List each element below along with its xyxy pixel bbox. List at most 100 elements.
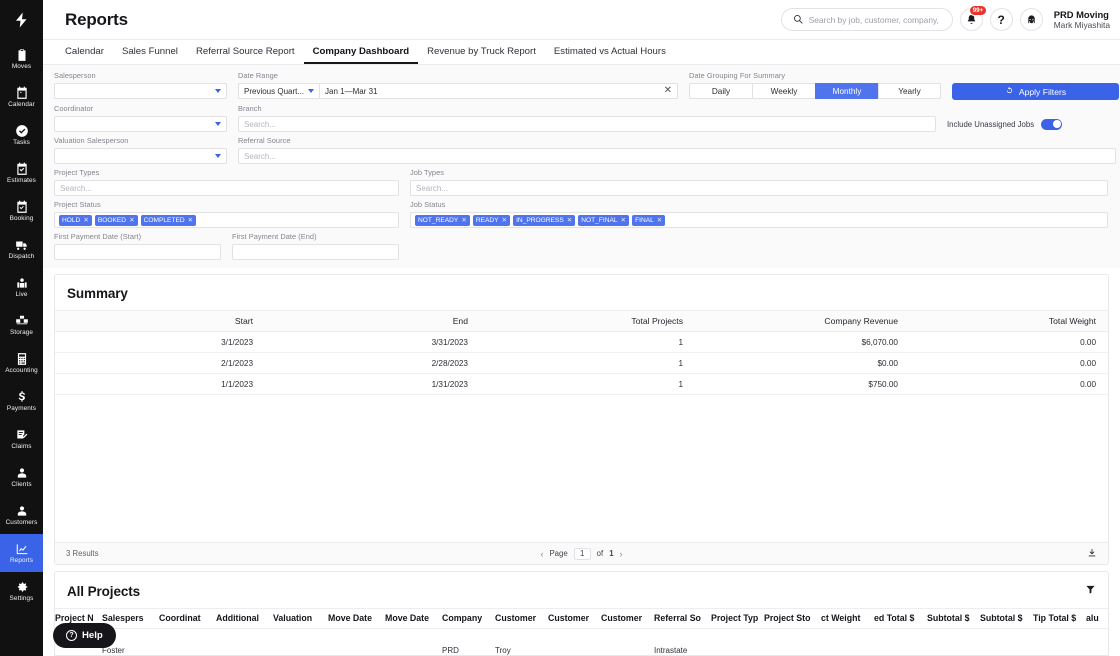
sidebar-item-calendar[interactable]: Calendar <box>0 78 43 116</box>
projects-col-header[interactable]: Referral So <box>654 609 711 628</box>
date-grouping-weekly[interactable]: Weekly <box>752 83 815 99</box>
tab-company-dashboard[interactable]: Company Dashboard <box>303 40 419 64</box>
date-grouping-monthly[interactable]: Monthly <box>815 83 878 99</box>
help-widget-button[interactable]: ? Help <box>53 623 116 648</box>
download-icon[interactable] <box>1087 545 1097 563</box>
project-status-chips[interactable]: HOLD ✕ BOOKED ✕ COMPLETED ✕ <box>54 212 399 228</box>
coordinator-select[interactable] <box>54 116 227 132</box>
sidebar-item-payments[interactable]: Payments <box>0 382 43 420</box>
first-payment-start-input[interactable] <box>54 244 221 260</box>
sidebar-item-moves[interactable]: Moves <box>0 40 43 78</box>
date-grouping-yearly[interactable]: Yearly <box>878 83 941 99</box>
table-row[interactable]: 2/1/2023 2/28/2023 1 $0.00 0.00 <box>55 352 1108 374</box>
sidebar-item-clients[interactable]: Clients <box>0 458 43 496</box>
help-button[interactable]: ? <box>989 8 1013 31</box>
notifications-badge: 99+ <box>969 5 987 16</box>
chip-in_progress[interactable]: IN_PROGRESS ✕ <box>513 214 576 226</box>
summary-spacer <box>55 395 1108 542</box>
sidebar-item-booking[interactable]: Booking <box>0 192 43 230</box>
sidebar-item-customers[interactable]: Customers <box>0 496 43 534</box>
chip-remove-icon[interactable]: ✕ <box>621 216 627 224</box>
chevron-left-icon[interactable]: ‹ <box>540 549 543 559</box>
funnel-icon[interactable] <box>1085 582 1096 600</box>
salesperson-select[interactable] <box>54 83 227 99</box>
page-number-input[interactable]: 1 <box>573 547 591 560</box>
projects-col-header[interactable]: Additional <box>216 609 273 628</box>
sidebar-item-tasks[interactable]: Tasks <box>0 116 43 154</box>
sidebar-item-label: Storage <box>9 329 34 336</box>
chip-final[interactable]: FINAL ✕ <box>632 214 666 226</box>
projects-col-header[interactable]: Customer <box>495 609 548 628</box>
chip-remove-icon[interactable]: ✕ <box>461 216 467 224</box>
tab-calendar[interactable]: Calendar <box>65 40 113 64</box>
clipboard-icon <box>15 47 29 62</box>
tab-revenue-by-truck-report[interactable]: Revenue by Truck Report <box>418 40 545 64</box>
sidebar-item-accounting[interactable]: Accounting <box>0 344 43 382</box>
project-status-label: Project Status <box>54 200 101 209</box>
summary-cell: 1 <box>480 331 695 353</box>
account-button[interactable] <box>1019 8 1043 31</box>
sidebar-item-claims[interactable]: Claims <box>0 420 43 458</box>
chip-remove-icon[interactable]: ✕ <box>657 216 663 224</box>
projects-col-header[interactable]: alu <box>1086 609 1108 628</box>
apply-filters-button[interactable]: Apply Filters <box>952 83 1119 100</box>
job-status-chips[interactable]: NOT_READY ✕ READY ✕ IN_PROGRESS ✕ NOT_FINAL ✕ FI… <box>410 212 1108 228</box>
job-types-search-input[interactable]: Search... <box>410 180 1108 196</box>
sidebar-item-settings[interactable]: Settings <box>0 572 43 610</box>
sidebar-item-dispatch[interactable]: Dispatch <box>0 230 43 268</box>
chip-remove-icon[interactable]: ✕ <box>567 216 573 224</box>
table-row[interactable]: 3/1/2023 3/31/2023 1 $6,070.00 0.00 <box>55 331 1108 353</box>
close-icon[interactable]: ✕ <box>664 86 672 96</box>
tab-estimated-vs-actual-hours[interactable]: Estimated vs Actual Hours <box>545 40 675 64</box>
projects-col-header[interactable]: Tip Total $ <box>1033 609 1086 628</box>
chip-completed[interactable]: COMPLETED ✕ <box>140 214 197 226</box>
chip-hold[interactable]: HOLD ✕ <box>59 214 92 226</box>
valuation-salesperson-select[interactable] <box>54 148 227 164</box>
date-grouping-daily[interactable]: Daily <box>689 83 752 99</box>
chip-remove-icon[interactable]: ✕ <box>188 216 194 224</box>
chip-remove-icon[interactable]: ✕ <box>502 216 508 224</box>
projects-col-header[interactable]: Subtotal $ <box>980 609 1033 628</box>
table-row[interactable]: 1/1/2023 1/31/2023 1 $750.00 0.00 <box>55 373 1108 395</box>
projects-col-header[interactable]: Move Date <box>385 609 442 628</box>
tab-sales-funnel[interactable]: Sales Funnel <box>113 40 187 64</box>
chip-remove-icon[interactable]: ✕ <box>83 216 89 224</box>
projects-col-header[interactable]: Subtotal $ <box>927 609 980 628</box>
chip-not_ready[interactable]: NOT_READY ✕ <box>415 214 470 226</box>
date-range-value-input[interactable]: Jan 1—Mar 31 ✕ <box>319 83 678 99</box>
table-row[interactable]: Foster PRD Troy Intrastate <box>55 629 1108 655</box>
chip-ready[interactable]: READY ✕ <box>472 214 511 226</box>
first-payment-end-input[interactable] <box>232 244 399 260</box>
sidebar-item-reports[interactable]: Reports <box>0 534 43 572</box>
projects-col-header[interactable]: ed Total $ <box>874 609 927 628</box>
sidebar-item-estimates[interactable]: Estimates <box>0 154 43 192</box>
projects-col-header[interactable]: Customer <box>601 609 654 628</box>
bolt-logo-icon[interactable] <box>0 0 43 40</box>
projects-col-header[interactable]: ct Weight <box>821 609 874 628</box>
tab-referral-source-report[interactable]: Referral Source Report <box>187 40 304 64</box>
date-range-preset-select[interactable]: Previous Quart... <box>238 83 320 99</box>
sidebar-item-storage[interactable]: Storage <box>0 306 43 344</box>
include-unassigned-jobs-toggle[interactable]: Include Unassigned Jobs <box>947 116 1063 132</box>
sidebar-item-label: Dispatch <box>8 253 35 260</box>
notifications-button[interactable]: 99+ <box>959 5 987 31</box>
global-search-input[interactable]: Search by job, customer, company, etc... <box>780 8 953 31</box>
chevron-right-icon[interactable]: › <box>620 549 623 559</box>
projects-col-header[interactable]: Valuation <box>273 609 328 628</box>
branch-search-input[interactable]: Search... <box>238 116 936 132</box>
user-info[interactable]: PRD Moving Mark Miyashita <box>1054 9 1110 31</box>
project-types-search-input[interactable]: Search... <box>54 180 399 196</box>
sidebar-item-live[interactable]: Live <box>0 268 43 306</box>
projects-col-header[interactable]: Project Typ <box>711 609 764 628</box>
summary-cell: 3/31/2023 <box>265 331 480 353</box>
referral-source-search-input[interactable]: Search... <box>238 148 1116 164</box>
toggle-switch[interactable] <box>1041 118 1063 130</box>
chip-not_final[interactable]: NOT_FINAL ✕ <box>578 214 630 226</box>
chip-remove-icon[interactable]: ✕ <box>129 216 135 224</box>
chip-booked[interactable]: BOOKED ✕ <box>94 214 138 226</box>
projects-col-header[interactable]: Company <box>442 609 495 628</box>
projects-col-header[interactable]: Project Sto <box>764 609 821 628</box>
projects-col-header[interactable]: Move Date <box>328 609 385 628</box>
projects-col-header[interactable]: Customer <box>548 609 601 628</box>
projects-col-header[interactable]: Coordinat <box>159 609 216 628</box>
